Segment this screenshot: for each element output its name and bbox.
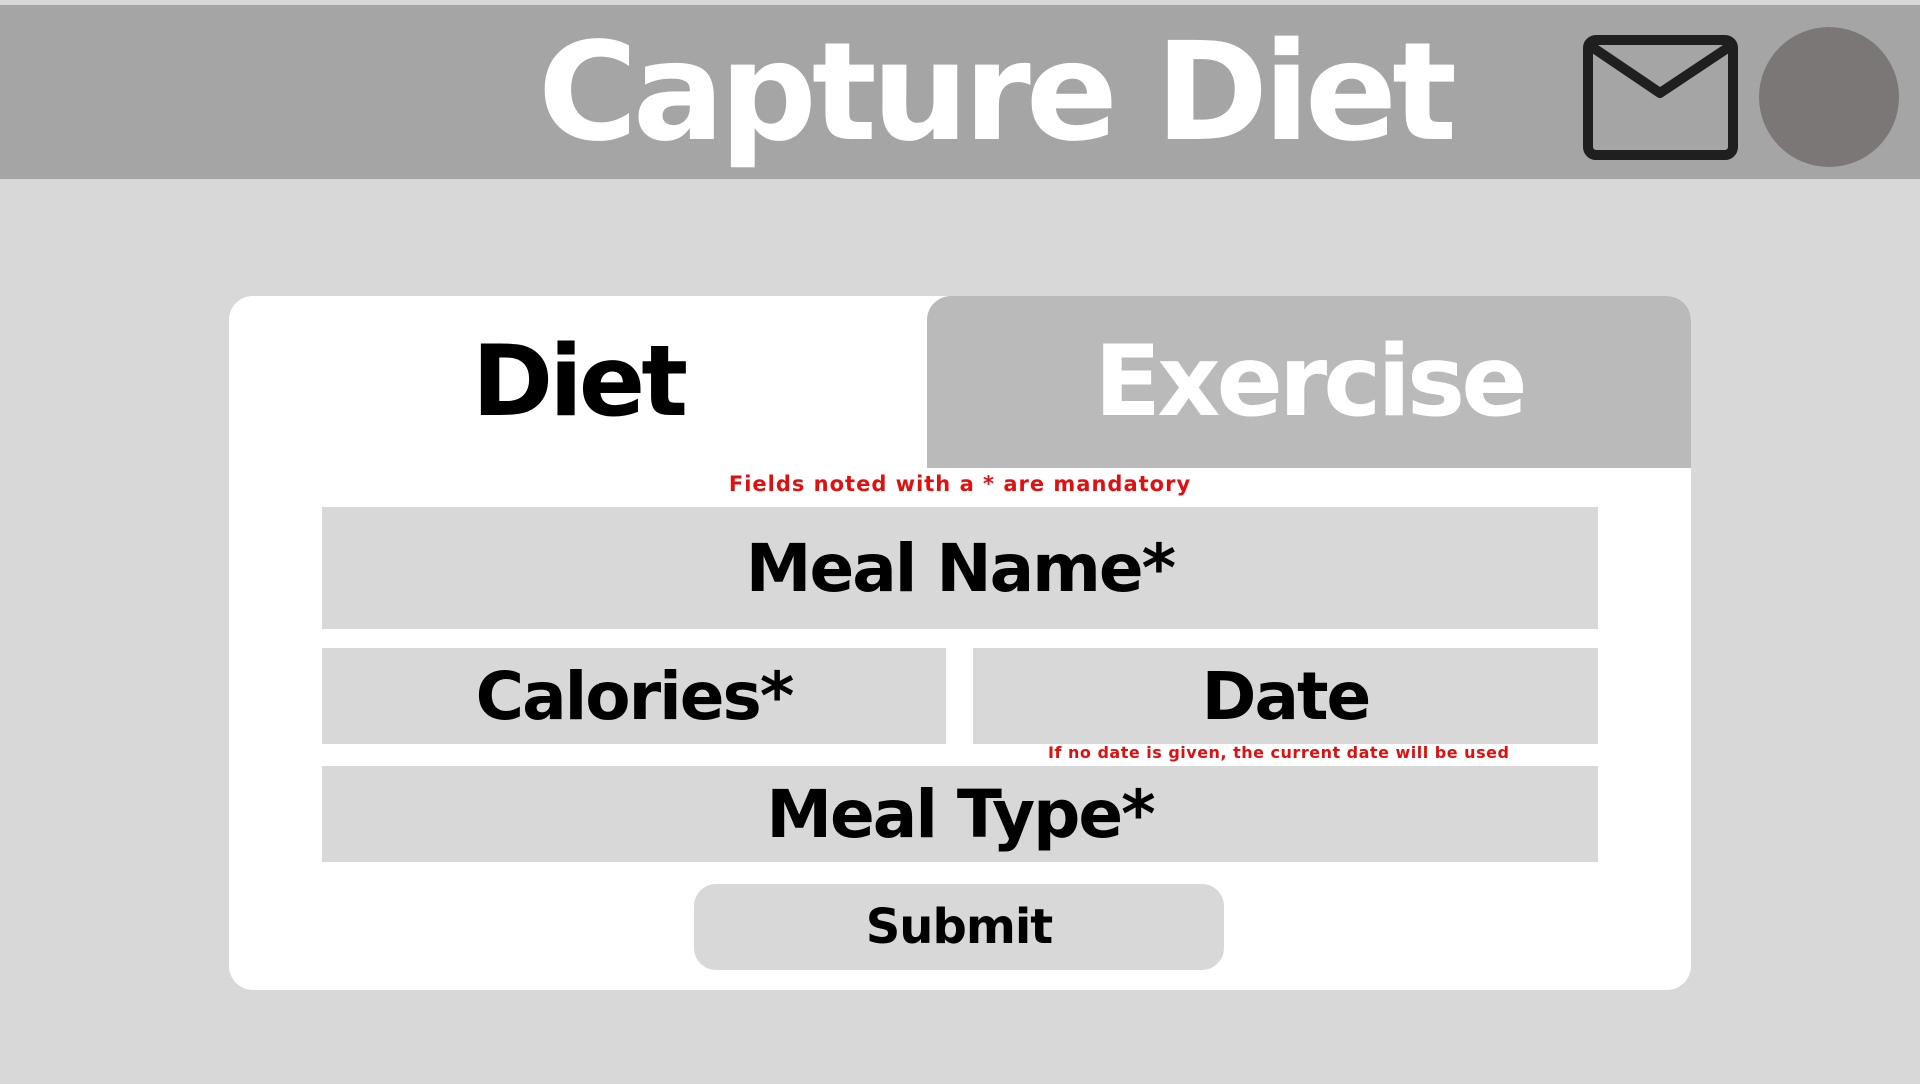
capture-card: Diet Exercise Fields noted with a * are … xyxy=(229,296,1691,990)
date-default-note: If no date is given, the current date wi… xyxy=(1048,743,1510,762)
mail-button[interactable] xyxy=(1583,35,1738,160)
tab-diet[interactable]: Diet xyxy=(229,296,927,468)
mail-icon xyxy=(1583,35,1738,160)
submit-button[interactable]: Submit xyxy=(694,884,1224,970)
tab-exercise[interactable]: Exercise xyxy=(927,296,1691,468)
calories-input[interactable]: Calories* xyxy=(322,648,946,744)
date-input[interactable]: Date xyxy=(973,648,1598,744)
app-header: Capture Diet xyxy=(0,5,1920,179)
meal-type-select[interactable]: Meal Type* xyxy=(322,766,1598,862)
app-title: Capture Diet xyxy=(537,14,1457,172)
mandatory-fields-note: Fields noted with a * are mandatory xyxy=(728,472,1192,496)
meal-name-input[interactable]: Meal Name* xyxy=(322,507,1598,629)
user-avatar[interactable] xyxy=(1759,27,1899,167)
